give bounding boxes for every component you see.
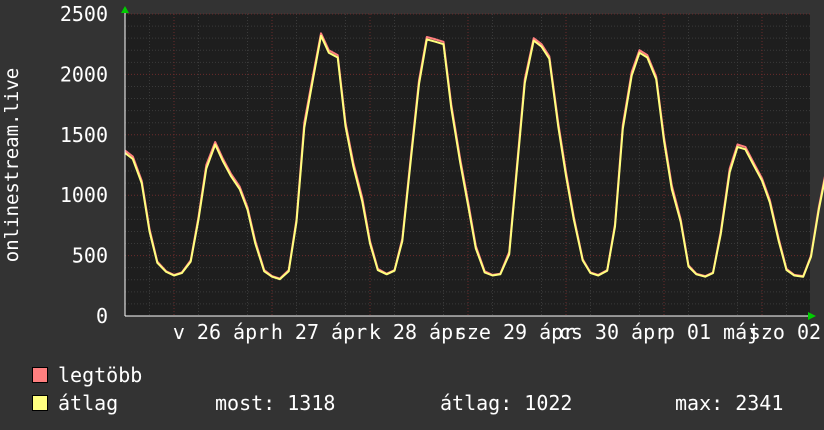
x-tick-label: sze 29 ápr — [455, 320, 575, 344]
x-tick-label: h 27 ápr — [271, 320, 367, 344]
stat-now: most: 1318 — [215, 391, 336, 415]
legend-row-legtobb: legtöbb — [0, 362, 824, 388]
y-tick-label: 2000 — [60, 62, 108, 86]
x-tick-label: k 28 ápr — [369, 320, 465, 344]
x-tick-label: szo 02 máj — [749, 320, 824, 344]
stat-max: max: 2341 — [675, 391, 784, 415]
y-tick-label: 500 — [72, 244, 108, 268]
legend-label-atlag: átlag — [58, 391, 119, 415]
legend-label-legtobb: legtöbb — [58, 363, 143, 387]
y-tick-label: 1000 — [60, 183, 108, 207]
y-axis-arrow-icon — [121, 6, 129, 13]
y-axis-label: onlinestream.live — [1, 68, 23, 262]
chart: 0 500 1000 1500 2000 2500 v 26 ápr h 27 ápr k 28… — [1, 2, 824, 344]
legend-row-atlag: átlag most: 1318 átlag: 1022 max: 2341 — [0, 390, 824, 416]
legend-swatch-legtobb — [32, 367, 48, 383]
stat-average: átlag: 1022 — [440, 391, 573, 415]
y-tick-label: 0 — [96, 304, 108, 328]
x-tick-label: cs 30 ápr — [559, 320, 667, 344]
y-tick-label: 1500 — [60, 123, 108, 147]
x-tick-label: p 01 máj — [663, 320, 759, 344]
x-tick-label: v 26 ápr — [173, 320, 269, 344]
y-tick-label: 2500 — [60, 2, 108, 26]
legend-swatch-atlag — [32, 395, 48, 411]
x-axis-arrow-icon — [808, 312, 816, 320]
